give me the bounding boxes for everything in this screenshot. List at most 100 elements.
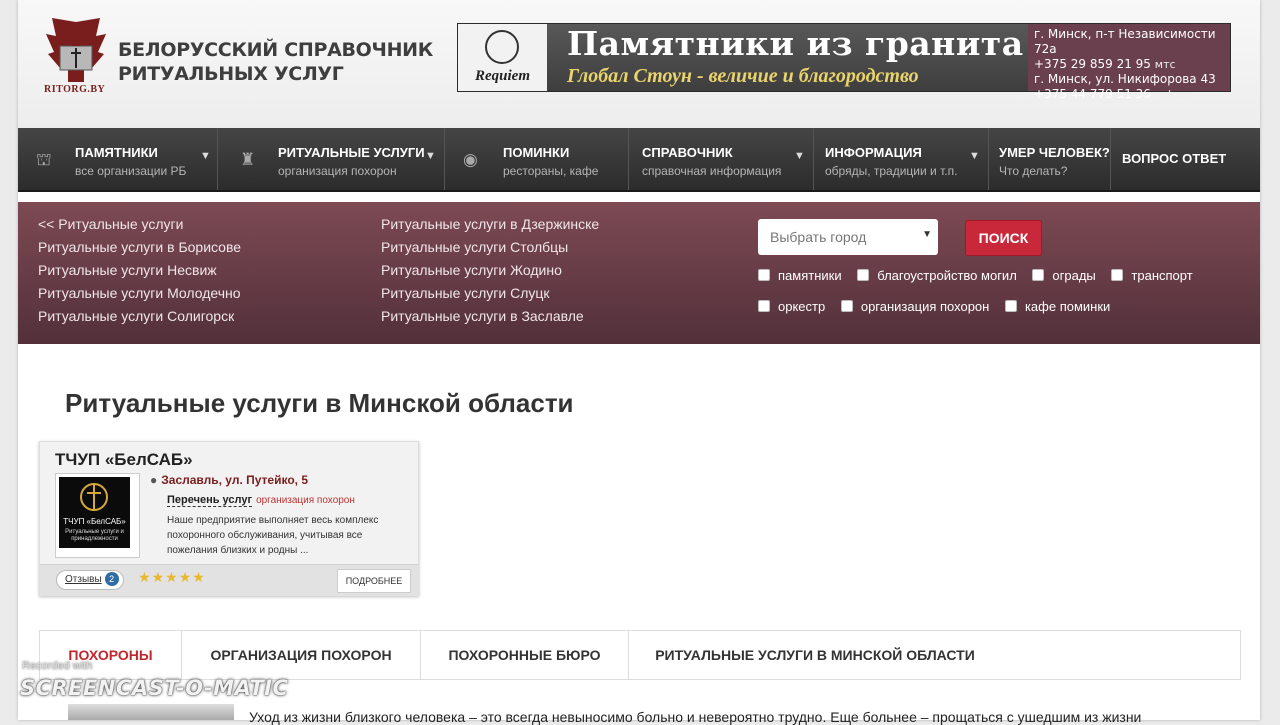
city-select[interactable]: Выбрать город ▼: [758, 219, 938, 255]
site-title-line1: БЕЛОРУССКИЙ СПРАВОЧНИК: [118, 39, 433, 61]
services-label[interactable]: Перечень услуг: [167, 494, 253, 507]
details-button[interactable]: ПОДРОБНЕЕ: [337, 569, 411, 593]
filter-checkbox[interactable]: [758, 269, 770, 281]
filter-checkbox[interactable]: [1004, 300, 1017, 312]
page: RITORG.BY БЕЛОРУССКИЙ СПРАВОЧНИК РИТУАЛЬ…: [18, 0, 1260, 725]
nav-item-monuments[interactable]: ⛫ ПАМЯТНИКИ все организации РБ ▼: [18, 128, 218, 190]
nav-item-information[interactable]: ИНФОРМАЦИЯ обряды, традиции и т.п. ▼: [814, 128, 989, 190]
city-link[interactable]: Ритуальные услуги Жодино: [381, 259, 599, 282]
article-text: Уход из жизни близкого человека – это вс…: [249, 709, 1142, 725]
dining-icon: ◉: [463, 150, 478, 169]
filter-checkbox[interactable]: [1032, 269, 1045, 281]
chevron-down-icon: ▼: [969, 150, 980, 162]
logo-caption: RITORG.BY: [44, 84, 106, 95]
reviews-button[interactable]: Отзывы 2: [56, 570, 124, 590]
tab-ritual-services-minsk-region[interactable]: РИТУАЛЬНЫЕ УСЛУГИ В МИНСКОЙ ОБЛАСТИ: [629, 631, 1001, 679]
banner-phone-1: +375 29 859 21 95: [1034, 57, 1151, 71]
ad-banner[interactable]: Requiem Памятники из гранита Глобал Стоу…: [457, 23, 1231, 101]
star-icon: ★: [178, 569, 193, 585]
banner-subtitle: Глобал Стоун - величие и благородство: [567, 65, 919, 87]
company-address: ● Заславль, ул. Путейко, 5: [150, 473, 308, 487]
chevron-down-icon: ▼: [200, 150, 211, 162]
city-links-panel: << Ритуальные услуги Ритуальные услуги в…: [18, 202, 1260, 344]
banner-title: Памятники из гранита: [567, 24, 1024, 63]
banner-contacts: г. Минск, п-т Независимости 72а +375 29 …: [1028, 24, 1230, 101]
nav-title: ПОМИНКИ: [503, 145, 570, 160]
nav-title: ВОПРОС ОТВЕТ: [1122, 151, 1227, 166]
tab-funeral-bureaus[interactable]: ПОХОРОННЫЕ БЮРО: [421, 631, 629, 679]
filter-checkbox[interactable]: [857, 269, 870, 281]
chevron-down-icon: ▼: [425, 150, 436, 162]
monument-icon: ⛫: [36, 150, 52, 169]
nav-subtitle: организация похорон: [278, 164, 397, 178]
nav-subtitle: рестораны, кафе: [503, 164, 599, 178]
filter-checkbox[interactable]: [1111, 269, 1124, 281]
site-title-line2: РИТУАЛЬНЫХ УСЛУГ: [118, 63, 344, 85]
page-title: Ритуальные услуги в Минской области: [65, 388, 574, 418]
reviews-label: Отзывы: [65, 574, 102, 585]
main-nav: ⛫ ПАМЯТНИКИ все организации РБ ▼ ♜ РИТУА…: [18, 128, 1260, 192]
star-icon: ★: [165, 569, 179, 585]
city-link[interactable]: Ритуальные услуги Солигорск: [38, 305, 241, 328]
filter-checkbox[interactable]: [840, 300, 853, 312]
city-link[interactable]: Ритуальные услуги в Заславле: [381, 305, 599, 328]
filter-label: ограды: [1052, 268, 1096, 283]
company-description: Наше предприятие выполняет весь комплекс…: [167, 515, 379, 556]
city-link[interactable]: Ритуальные услуги в Борисове: [38, 236, 241, 259]
company-logo-text: ТЧУП «БелСАБ»: [63, 517, 126, 526]
nav-title: СПРАВОЧНИК: [642, 145, 733, 160]
tab-funeral-organization[interactable]: ОРГАНИЗАЦИЯ ПОХОРОН: [182, 631, 421, 679]
nav-title: ИНФОРМАЦИЯ: [825, 145, 922, 160]
filters-row-1: памятники благоустройство могил ограды т…: [758, 268, 1205, 283]
banner-phone-2: +375 44 779 51 36: [1034, 87, 1151, 101]
chevron-down-icon: ▼: [794, 150, 805, 162]
filter-label: благоустройство могил: [877, 268, 1017, 283]
company-title[interactable]: ТЧУП «БелСАБ»: [55, 450, 193, 470]
banner-operator-2: velcom: [1154, 88, 1195, 101]
candle-icon: ♜: [240, 150, 256, 169]
city-links-col2: Ритуальные услуги в Дзержинске Ритуальны…: [381, 213, 599, 328]
nav-item-person-died[interactable]: УМЕР ЧЕЛОВЕК? Что делать?: [989, 128, 1111, 190]
company-logo[interactable]: ТЧУП «БелСАБ» Ритуальные услуги и принад…: [55, 473, 140, 558]
company-logo-subtext: Ритуальные услуги и принадлежности: [65, 529, 124, 542]
services-value: организация похорон: [256, 495, 355, 506]
city-link[interactable]: << Ритуальные услуги: [38, 213, 241, 236]
nav-item-directory[interactable]: СПРАВОЧНИК справочная информация ▼: [629, 128, 814, 190]
banner-operator-1: мтс: [1154, 58, 1176, 71]
city-link[interactable]: Ритуальные услуги в Дзержинске: [381, 213, 599, 236]
nav-subtitle: Что делать?: [999, 164, 1068, 178]
search-button[interactable]: ПОИСК: [965, 220, 1042, 256]
nav-subtitle: обряды, традиции и т.п.: [825, 164, 958, 178]
city-link[interactable]: Ритуальные услуги Несвиж: [38, 259, 241, 282]
company-card-footer: Отзывы 2 ★★★★★ ПОДРОБНЕЕ: [40, 564, 418, 596]
filter-label: оркестр: [778, 299, 826, 314]
filter-label: памятники: [778, 268, 842, 283]
header: RITORG.BY БЕЛОРУССКИЙ СПРАВОЧНИК РИТУАЛЬ…: [18, 0, 1260, 128]
filter-label: транспорт: [1131, 268, 1193, 283]
star-icon: ★: [192, 569, 206, 585]
city-link[interactable]: Ритуальные услуги Молодечно: [38, 282, 241, 305]
nav-item-ritual-services[interactable]: ♜ РИТУАЛЬНЫЕ УСЛУГИ организация похорон …: [218, 128, 445, 190]
screencast-watermark-logo[interactable]: SCREENCAST-O-MATIC: [20, 676, 288, 700]
city-link[interactable]: Ритуальные услуги Столбцы: [381, 236, 599, 259]
banner-address-2: г. Минск, ул. Никифорова 43: [1034, 72, 1216, 86]
banner-logo: Requiem: [458, 24, 547, 91]
nav-title: ПАМЯТНИКИ: [75, 145, 158, 160]
rating-stars: ★★★★★: [138, 569, 206, 586]
banner-main: Памятники из гранита Глобал Стоун - вели…: [547, 24, 1028, 91]
filter-label: кафе поминки: [1024, 299, 1111, 314]
nav-item-memorial-meals[interactable]: ◉ ПОМИНКИ рестораны, кафе: [445, 128, 629, 190]
nav-title: РИТУАЛЬНЫЕ УСЛУГИ: [278, 145, 425, 160]
article-image: [68, 704, 234, 720]
content-tabs: ПОХОРОНЫ ОРГАНИЗАЦИЯ ПОХОРОН ПОХОРОННЫЕ …: [39, 630, 1241, 680]
star-icon: ★: [151, 569, 166, 585]
nav-item-faq[interactable]: ВОПРОС ОТВЕТ: [1111, 128, 1227, 190]
city-links-col1: << Ритуальные услуги Ритуальные услуги в…: [38, 213, 241, 328]
city-link[interactable]: Ритуальные услуги Слуцк: [381, 282, 599, 305]
site-title[interactable]: БЕЛОРУССКИЙ СПРАВОЧНИК РИТУАЛЬНЫХ УСЛУГ: [118, 38, 433, 86]
filter-checkbox[interactable]: [758, 300, 770, 312]
star-icon: ★: [138, 569, 152, 585]
location-pin-icon: ●: [150, 473, 158, 487]
filter-label: организация похорон: [860, 299, 990, 314]
reviews-count-badge: 2: [104, 572, 119, 586]
